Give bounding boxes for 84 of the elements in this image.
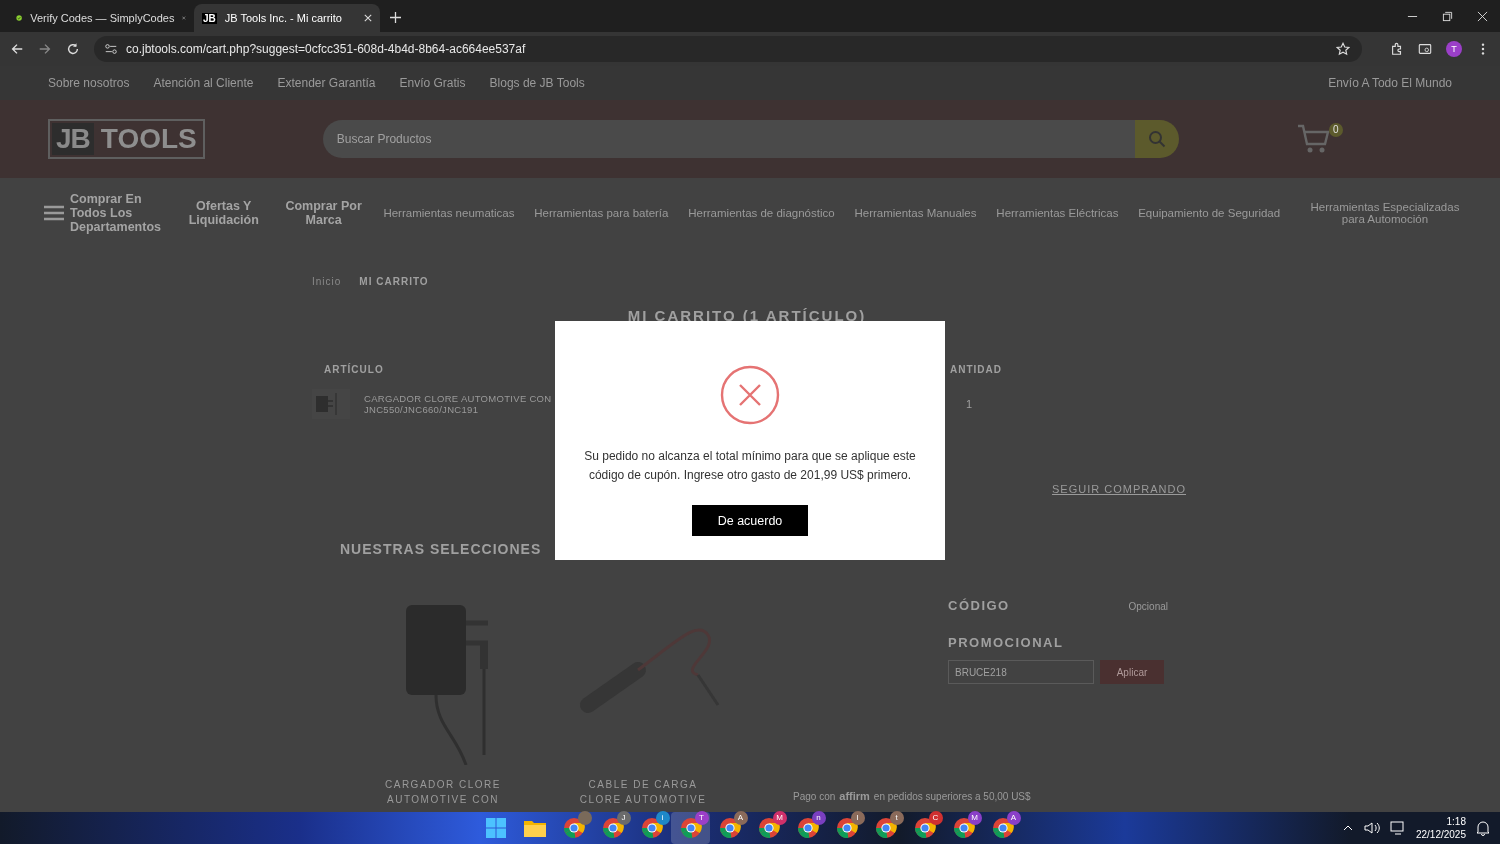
new-tab-icon[interactable] <box>390 12 401 23</box>
top-link[interactable]: Envío A Todo El Mundo <box>1328 76 1452 90</box>
breadcrumb-link[interactable]: Inicio <box>312 276 342 287</box>
browser-icon <box>874 817 897 839</box>
taskbar-app[interactable]: J <box>593 812 632 844</box>
top-link[interactable]: Sobre nosotros <box>48 76 130 90</box>
browser-tab[interactable]: Verify Codes — SimplyCodes <box>8 4 194 32</box>
search-icon <box>1147 130 1166 148</box>
nav-item[interactable]: Herramientas Manuales <box>854 207 977 219</box>
clock[interactable]: 1:18 22/12/2025 <box>1415 815 1466 841</box>
promo-code-field[interactable]: BRUCE218 <box>948 660 1094 684</box>
affirm-logo: affirm <box>839 790 870 802</box>
bell-icon[interactable] <box>1476 820 1490 836</box>
folder-icon <box>523 819 546 837</box>
cart-count: 0 <box>1328 123 1343 137</box>
close-icon[interactable] <box>364 14 372 22</box>
close-icon[interactable] <box>1477 11 1488 22</box>
nav-item[interactable]: Equipamiento de Seguridad <box>1138 207 1281 219</box>
promo-label: CÓDIGO <box>948 598 1010 613</box>
browser-icon <box>601 817 624 839</box>
star-icon[interactable] <box>1336 42 1350 56</box>
dialog-message: Su pedido no alcanza el total mínimo para que se aplique este código de cupón. Ingrese otro gasto de 201,99 US$ primero. <box>583 448 917 484</box>
extensions-icon[interactable] <box>1390 42 1404 56</box>
affirm-text: en pedidos superiores a 50,00 US$ <box>873 791 1031 802</box>
back-icon[interactable] <box>10 42 24 56</box>
error-icon <box>720 365 780 425</box>
taskbar-app[interactable]: M <box>944 812 983 844</box>
browser-icon <box>562 817 585 839</box>
breadcrumb-current: MI CARRITO <box>359 276 429 287</box>
taskbar-app[interactable]: M <box>749 812 788 844</box>
logo[interactable]: JB TOOLS <box>48 119 205 159</box>
optional-label: Opcional <box>1128 601 1168 612</box>
menu-icon <box>44 205 64 221</box>
taskbar-app[interactable]: I <box>827 812 866 844</box>
nav-item[interactable]: Herramientas Especializadas para Automoción <box>1299 201 1470 225</box>
site-settings-icon[interactable] <box>104 42 118 56</box>
speaker-icon[interactable] <box>1363 821 1380 835</box>
taskbar-app[interactable]: C <box>905 812 944 844</box>
taskbar-app[interactable]: T <box>671 812 710 844</box>
browser-tab[interactable]: JB JB Tools Inc. - Mi carrito <box>194 4 380 32</box>
taskbar-app[interactable]: t <box>866 812 905 844</box>
browser-icon <box>718 817 741 839</box>
site-favicon: JB <box>202 12 217 24</box>
network-icon[interactable] <box>1389 821 1406 835</box>
search-field[interactable]: Buscar Productos <box>322 120 1135 158</box>
top-link[interactable]: Extender Garantía <box>277 76 376 90</box>
restore-icon[interactable] <box>1442 11 1453 22</box>
address-bar[interactable]: co.jbtools.com/cart.php?suggest=0cfcc351-608d-4b4d-8b64-ac664ee537af <box>94 36 1362 62</box>
reload-icon[interactable] <box>66 42 80 56</box>
browser-icon <box>796 817 819 839</box>
promo-label: PROMOCIONAL <box>948 635 1065 650</box>
affirm-text: Pago con <box>793 791 836 802</box>
browser-icon <box>913 817 936 839</box>
nav-item[interactable]: Herramientas neumaticas <box>383 207 515 219</box>
cast-icon[interactable] <box>1418 42 1432 56</box>
taskbar-app[interactable]: A <box>983 812 1022 844</box>
top-link[interactable]: Blogs de JB Tools <box>489 76 585 90</box>
taskbar-app[interactable]: A <box>710 812 749 844</box>
apply-button[interactable]: Aplicar <box>1100 660 1164 684</box>
browser-icon <box>991 817 1014 839</box>
browser-icon <box>835 817 858 839</box>
nav-item[interactable]: Herramientas Eléctricas <box>996 207 1119 219</box>
top-link[interactable]: Atención al Cliente <box>153 76 254 90</box>
browser-icon <box>640 817 663 839</box>
column-header: ARTÍCULO <box>324 364 384 375</box>
nav-item[interactable]: Herramientas para batería <box>534 207 669 219</box>
top-link[interactable]: Envío Gratis <box>399 76 466 90</box>
column-header: ANTIDAD <box>950 364 1002 375</box>
continue-shopping-link[interactable]: SEGUIR COMPRANDO <box>1052 483 1186 495</box>
item-quantity: 1 <box>965 398 972 410</box>
product-name[interactable]: CABLE DE CARGA CLORE AUTOMOTIVE <box>579 777 707 807</box>
agree-button[interactable]: De acuerdo <box>692 505 808 536</box>
product-name[interactable]: CARGADOR CLORE AUTOMOTIVE CON <box>385 777 501 807</box>
nav-item[interactable]: Ofertas Y Liquidación <box>183 199 264 227</box>
taskbar-app[interactable]: i <box>632 812 671 844</box>
nav-item[interactable]: Comprar En Todos Los Departamentos <box>44 192 164 234</box>
nav-item[interactable]: Herramientas de diagnóstico <box>688 207 835 219</box>
profile-avatar[interactable]: T <box>1446 41 1462 57</box>
nav-item[interactable]: Comprar Por Marca <box>283 199 364 227</box>
browser-icon <box>679 817 702 839</box>
windows-icon <box>485 818 506 838</box>
taskbar-app[interactable]: n <box>788 812 827 844</box>
forward-icon[interactable] <box>38 42 52 56</box>
section-title: NUESTRAS SELECCIONES <box>340 541 543 557</box>
